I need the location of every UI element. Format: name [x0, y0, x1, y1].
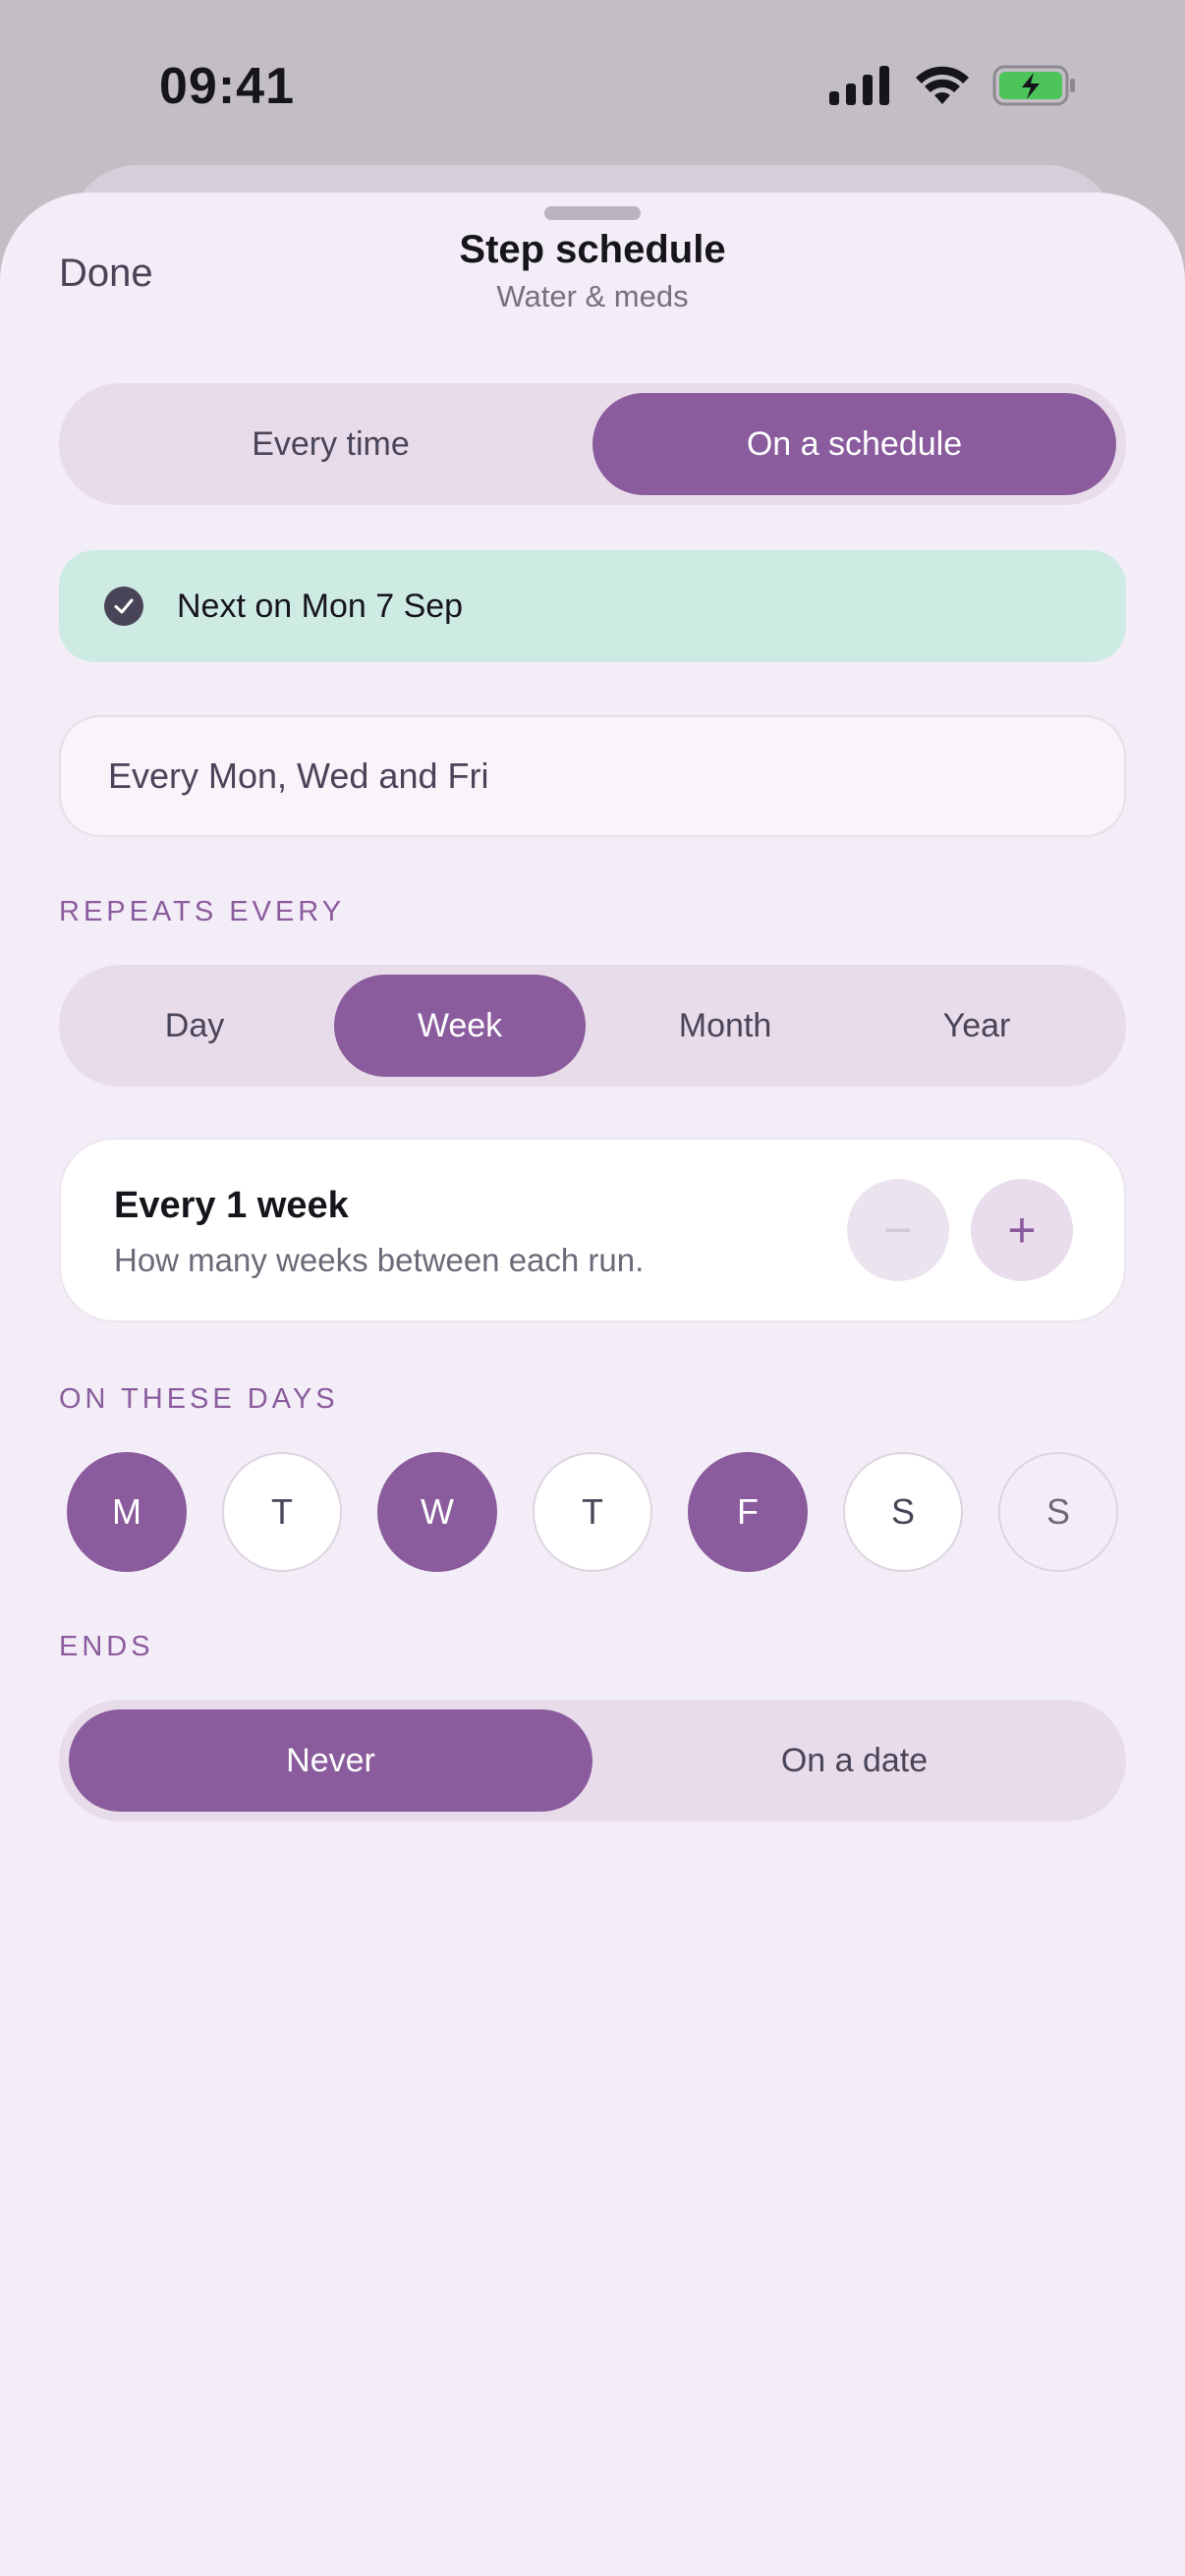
unit-year[interactable]: Year: [851, 975, 1102, 1077]
status-icons: [829, 65, 1077, 106]
unit-month[interactable]: Month: [599, 975, 851, 1077]
increment-button[interactable]: +: [971, 1179, 1073, 1281]
unit-week[interactable]: Week: [334, 975, 586, 1077]
repeat-unit-toggle: Day Week Month Year: [59, 965, 1126, 1087]
mode-every-time[interactable]: Every time: [69, 393, 592, 495]
ends-toggle: Never On a date: [59, 1700, 1126, 1821]
next-run-text: Next on Mon 7 Sep: [177, 587, 464, 625]
day-thursday[interactable]: T: [533, 1452, 652, 1572]
next-run-banner: Next on Mon 7 Sep: [59, 550, 1126, 662]
repeats-label: REPEATS EVERY: [59, 896, 346, 927]
ends-on-a-date[interactable]: On a date: [592, 1709, 1116, 1812]
day-saturday[interactable]: S: [843, 1452, 963, 1572]
schedule-sheet: Done Step schedule Water & meds Every ti…: [0, 193, 1185, 2576]
day-monday[interactable]: M: [67, 1452, 187, 1572]
checkmark-icon: [104, 587, 143, 626]
schedule-summary: Every Mon, Wed and Fri: [59, 715, 1126, 837]
screen: 09:41 Done Step schedule Water & meds Ev…: [0, 0, 1185, 2576]
day-friday[interactable]: F: [688, 1452, 808, 1572]
day-sunday[interactable]: S: [998, 1452, 1118, 1572]
days-label: ON THESE DAYS: [59, 1383, 339, 1415]
unit-day[interactable]: Day: [69, 975, 320, 1077]
battery-charging-icon: [992, 65, 1075, 106]
ends-label: ENDS: [59, 1631, 154, 1662]
decrement-button[interactable]: −: [847, 1179, 949, 1281]
sheet-title: Step schedule: [459, 228, 726, 271]
day-tuesday[interactable]: T: [222, 1452, 342, 1572]
mode-on-a-schedule[interactable]: On a schedule: [592, 393, 1116, 495]
ends-never[interactable]: Never: [69, 1709, 592, 1812]
weekday-picker: M T W T F S S: [67, 1452, 1118, 1572]
interval-title: Every 1 week: [114, 1185, 349, 1226]
sheet-subtitle: Water & meds: [496, 279, 689, 313]
status-time: 09:41: [159, 58, 295, 115]
cellular-signal-icon: [829, 66, 889, 105]
day-wednesday[interactable]: W: [377, 1452, 497, 1572]
wifi-icon: [916, 66, 969, 104]
interval-description: How many weeks between each run.: [114, 1242, 645, 1278]
sheet-grabber[interactable]: [544, 206, 641, 220]
mode-toggle: Every time On a schedule: [59, 383, 1126, 505]
interval-card: Every 1 week How many weeks between each…: [59, 1138, 1126, 1322]
